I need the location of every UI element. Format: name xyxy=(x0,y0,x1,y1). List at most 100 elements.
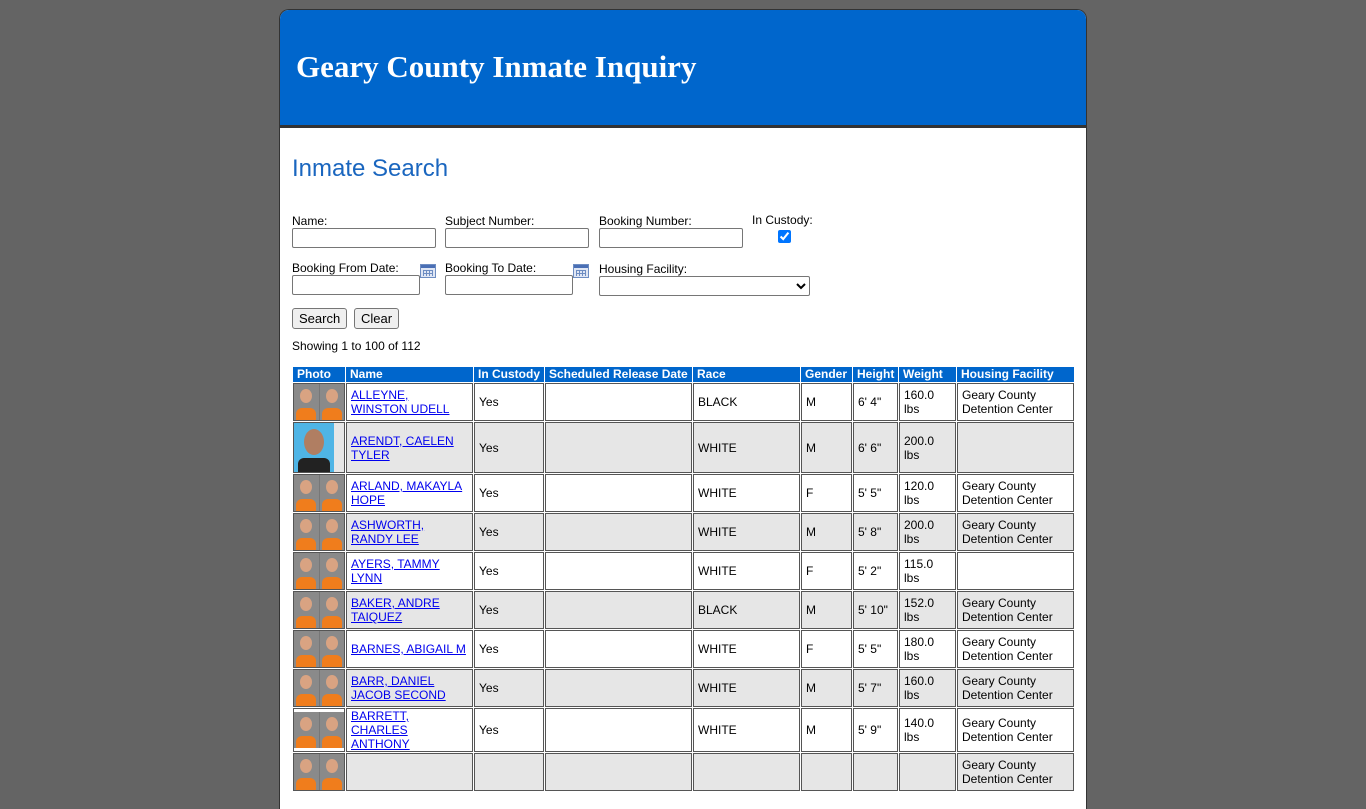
inmate-name-link[interactable]: BARR, DANIEL JACOB SECOND xyxy=(351,674,446,702)
calendar-icon[interactable] xyxy=(420,264,436,278)
release-cell xyxy=(545,669,692,707)
table-row: ARLAND, MAKAYLA HOPE Yes WHITE F 5' 5" 1… xyxy=(293,474,1074,512)
photo-cell xyxy=(293,630,345,668)
name-input[interactable] xyxy=(292,228,436,248)
release-cell xyxy=(545,630,692,668)
race-cell: WHITE xyxy=(693,669,800,707)
page-container: Geary County Inmate Inquiry Inmate Searc… xyxy=(279,9,1087,809)
height-cell: 5' 7" xyxy=(853,669,898,707)
inmate-name-link[interactable]: BARRETT, CHARLES ANTHONY xyxy=(351,709,410,751)
release-cell xyxy=(545,591,692,629)
weight-cell: 200.0 lbs xyxy=(899,422,956,473)
in-custody-field-group: In Custody: xyxy=(752,213,813,246)
photo-cell xyxy=(293,422,345,473)
column-header[interactable]: Scheduled Release Date xyxy=(545,367,692,382)
inmate-name-link[interactable]: ARENDT, CAELEN TYLER xyxy=(351,434,454,462)
mugshot-photo[interactable] xyxy=(294,592,344,628)
column-header[interactable]: Name xyxy=(346,367,473,382)
name-cell: ARLAND, MAKAYLA HOPE xyxy=(346,474,473,512)
gender-cell: M xyxy=(801,383,852,421)
gender-cell: F xyxy=(801,630,852,668)
column-header[interactable]: Weight xyxy=(899,367,956,382)
calendar-icon[interactable] xyxy=(573,264,589,278)
release-cell xyxy=(545,513,692,551)
subject-number-input[interactable] xyxy=(445,228,589,248)
in-custody-checkbox[interactable] xyxy=(778,230,791,243)
name-cell xyxy=(346,753,473,791)
mugshot-photo[interactable] xyxy=(294,670,344,706)
booking-from-label: Booking From Date: xyxy=(292,261,399,275)
name-cell: ARENDT, CAELEN TYLER xyxy=(346,422,473,473)
page-title: Inmate Search xyxy=(292,155,449,182)
booking-to-input[interactable] xyxy=(445,275,573,295)
custody-cell: Yes xyxy=(474,708,544,752)
mugshot-photo[interactable] xyxy=(294,423,334,472)
mugshot-photo[interactable] xyxy=(294,631,344,667)
facility-cell: Geary County Detention Center xyxy=(957,513,1074,551)
custody-cell: Yes xyxy=(474,474,544,512)
inmate-name-link[interactable]: BAKER, ANDRE TAIQUEZ xyxy=(351,596,440,624)
name-cell: ASHWORTH, RANDY LEE xyxy=(346,513,473,551)
inmate-name-link[interactable]: ALLEYNE, WINSTON UDELL xyxy=(351,388,449,416)
search-button[interactable]: Search xyxy=(292,308,348,329)
gender-cell: M xyxy=(801,422,852,473)
inmate-name-link[interactable]: ARLAND, MAKAYLA HOPE xyxy=(351,479,462,507)
inmate-name-link[interactable]: ASHWORTH, RANDY LEE xyxy=(351,518,424,546)
column-header[interactable]: Race xyxy=(693,367,800,382)
name-cell: AYERS, TAMMY LYNN xyxy=(346,552,473,590)
mugshot-photo[interactable] xyxy=(294,384,344,420)
column-header[interactable]: Gender xyxy=(801,367,852,382)
booking-to-label: Booking To Date: xyxy=(445,261,537,275)
column-header[interactable]: Photo xyxy=(293,367,345,382)
booking-from-field-group: Booking From Date: xyxy=(292,261,420,295)
mugshot-photo[interactable] xyxy=(294,475,344,511)
race-cell: WHITE xyxy=(693,552,800,590)
column-header[interactable]: Height xyxy=(853,367,898,382)
weight-cell: 120.0 lbs xyxy=(899,474,956,512)
facility-cell xyxy=(957,552,1074,590)
column-header[interactable]: Housing Facility xyxy=(957,367,1074,382)
weight-cell: 115.0 lbs xyxy=(899,552,956,590)
booking-from-input[interactable] xyxy=(292,275,420,295)
release-cell xyxy=(545,474,692,512)
height-cell: 6' 6" xyxy=(853,422,898,473)
inmate-name-link[interactable]: BARNES, ABIGAIL M xyxy=(351,642,466,656)
booking-number-input[interactable] xyxy=(599,228,743,248)
housing-facility-select[interactable] xyxy=(599,276,810,296)
facility-cell: Geary County Detention Center xyxy=(957,708,1074,752)
gender-cell: M xyxy=(801,591,852,629)
weight-cell: 152.0 lbs xyxy=(899,591,956,629)
table-row: BARRETT, CHARLES ANTHONY Yes WHITE M 5' … xyxy=(293,708,1074,752)
gender-cell xyxy=(801,753,852,791)
weight-cell: 160.0 lbs xyxy=(899,383,956,421)
mugshot-photo[interactable] xyxy=(294,754,344,790)
weight-cell: 200.0 lbs xyxy=(899,513,956,551)
table-row: BARR, DANIEL JACOB SECOND Yes WHITE M 5'… xyxy=(293,669,1074,707)
race-cell: BLACK xyxy=(693,591,800,629)
race-cell: WHITE xyxy=(693,422,800,473)
race-cell: WHITE xyxy=(693,708,800,752)
results-table: Photo Name In Custody Scheduled Release … xyxy=(292,366,1075,792)
clear-button[interactable]: Clear xyxy=(354,308,400,329)
booking-to-field-group: Booking To Date: xyxy=(445,261,573,295)
booking-number-label: Booking Number: xyxy=(599,214,692,228)
custody-cell: Yes xyxy=(474,552,544,590)
mugshot-photo[interactable] xyxy=(294,553,344,589)
photo-cell xyxy=(293,708,345,752)
table-row: ARENDT, CAELEN TYLER Yes WHITE M 6' 6" 2… xyxy=(293,422,1074,473)
release-cell xyxy=(545,552,692,590)
height-cell: 5' 2" xyxy=(853,552,898,590)
mugshot-photo[interactable] xyxy=(294,514,344,550)
name-label: Name: xyxy=(292,214,328,228)
name-field-group: Name: xyxy=(292,214,436,248)
release-cell xyxy=(545,422,692,473)
race-cell: WHITE xyxy=(693,630,800,668)
height-cell: 6' 4" xyxy=(853,383,898,421)
mugshot-photo[interactable] xyxy=(294,712,344,748)
inmate-name-link[interactable]: AYERS, TAMMY LYNN xyxy=(351,557,440,585)
facility-cell: Geary County Detention Center xyxy=(957,474,1074,512)
table-row: BAKER, ANDRE TAIQUEZ Yes BLACK M 5' 10" … xyxy=(293,591,1074,629)
column-header[interactable]: In Custody xyxy=(474,367,544,382)
release-cell xyxy=(545,708,692,752)
race-cell: BLACK xyxy=(693,383,800,421)
